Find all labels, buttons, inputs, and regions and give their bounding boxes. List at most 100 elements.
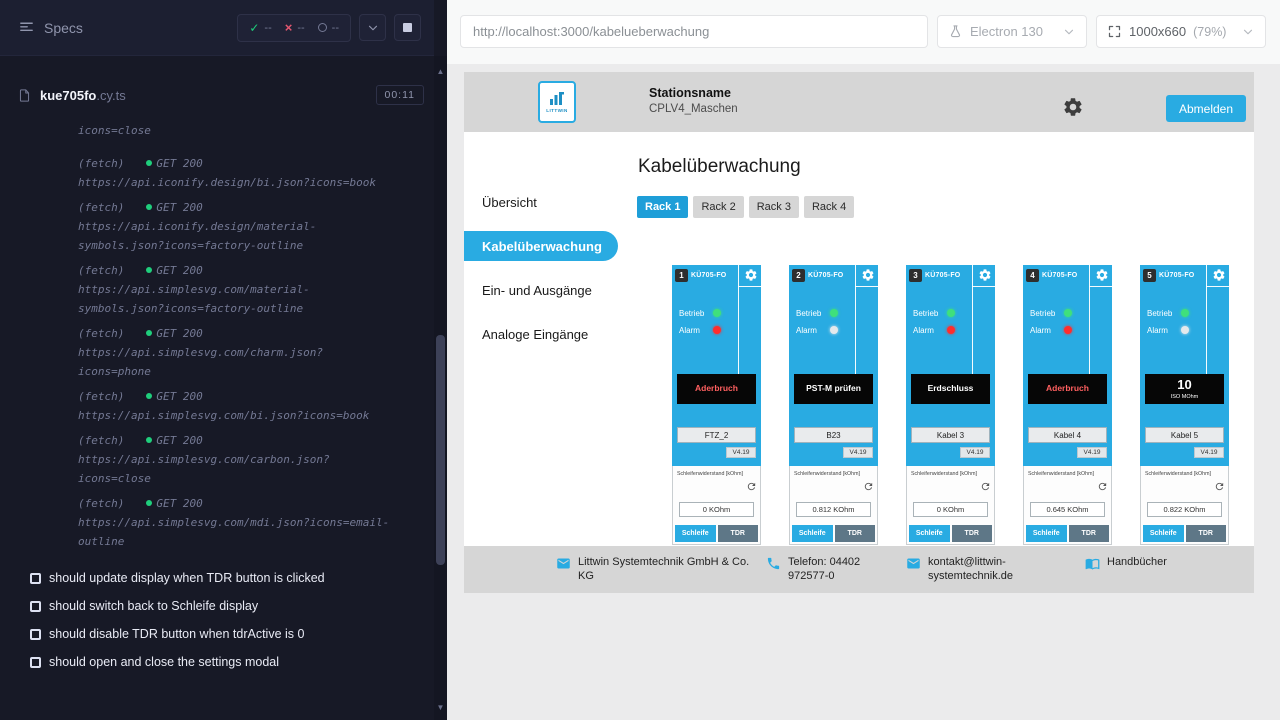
station-info: Stationsname CPLV4_Maschen bbox=[649, 86, 738, 115]
status-dot bbox=[146, 330, 152, 336]
tdr-button[interactable]: TDR bbox=[1186, 525, 1227, 542]
cable-name: Kabel 3 bbox=[911, 427, 990, 443]
alarm-led bbox=[1181, 326, 1189, 334]
device-card-4: 4 KÜ705-FO Betrieb Alarm Aderbruch Kabel… bbox=[1023, 265, 1112, 545]
status-display: Aderbruch bbox=[677, 374, 756, 404]
tdr-button[interactable]: TDR bbox=[718, 525, 759, 542]
refresh-icon[interactable] bbox=[1097, 481, 1108, 492]
footer-phone[interactable]: Telefon: 04402 972577-0 bbox=[766, 555, 900, 584]
card-model: KÜ705-FO bbox=[1042, 272, 1077, 279]
reporter-scrollbar[interactable]: ▲ ▼ bbox=[434, 56, 447, 720]
scrollbar-thumb[interactable] bbox=[436, 335, 445, 565]
chevron-down-icon bbox=[1241, 25, 1255, 39]
tab-rack-3[interactable]: Rack 3 bbox=[749, 196, 799, 218]
test-item[interactable]: should switch back to Schleife display bbox=[0, 592, 434, 620]
cable-name: FTZ_2 bbox=[677, 427, 756, 443]
tab-rack-2[interactable]: Rack 2 bbox=[693, 196, 743, 218]
refresh-icon[interactable] bbox=[1214, 481, 1225, 492]
card-divider bbox=[1206, 265, 1207, 374]
schleife-button[interactable]: Schleife bbox=[909, 525, 950, 542]
card-number: 3 bbox=[909, 269, 922, 282]
betrieb-label: Betrieb bbox=[796, 309, 821, 318]
network-log-entry: (fetch)GET 200 https://api.simplesvg.com… bbox=[78, 324, 393, 381]
schleife-button[interactable]: Schleife bbox=[1143, 525, 1184, 542]
stat-failed: ×-- bbox=[285, 20, 305, 35]
firmware-version: V4.19 bbox=[843, 447, 873, 458]
alarm-led bbox=[947, 326, 955, 334]
card-divider bbox=[972, 265, 973, 374]
resistance-value: 0.645 KOhm bbox=[1030, 502, 1105, 517]
page-title: Kabelüberwachung bbox=[638, 156, 801, 178]
alarm-label: Alarm bbox=[796, 326, 817, 335]
sidebar-item-uebersicht[interactable]: Übersicht bbox=[464, 180, 624, 224]
test-item[interactable]: should update display when TDR button is… bbox=[0, 564, 434, 592]
tab-rack-4[interactable]: Rack 4 bbox=[804, 196, 854, 218]
refresh-icon[interactable] bbox=[863, 481, 874, 492]
device-cards: 1 KÜ705-FO Betrieb Alarm Aderbruch FTZ_2… bbox=[672, 265, 1229, 545]
network-log-entry: (fetch)GET 200 https://api.simplesvg.com… bbox=[78, 494, 393, 551]
collapse-button[interactable] bbox=[359, 14, 386, 41]
schleife-button[interactable]: Schleife bbox=[1026, 525, 1067, 542]
url-bar[interactable] bbox=[460, 15, 928, 48]
status-display: Aderbruch bbox=[1028, 374, 1107, 404]
station-label: Stationsname bbox=[649, 86, 738, 100]
footer-manuals[interactable]: Handbücher bbox=[1085, 555, 1167, 571]
status-dot bbox=[146, 437, 152, 443]
log-line: icons=close bbox=[78, 121, 393, 140]
card-settings-icon[interactable] bbox=[978, 268, 992, 282]
tdr-button[interactable]: TDR bbox=[1069, 525, 1110, 542]
schleife-button[interactable]: Schleife bbox=[675, 525, 716, 542]
footer-email[interactable]: kontakt@littwin-systemtechnik.de bbox=[906, 555, 1023, 584]
scroll-up-arrow[interactable]: ▲ bbox=[434, 64, 447, 80]
schleife-button[interactable]: Schleife bbox=[792, 525, 833, 542]
test-item[interactable]: should open and close the settings modal bbox=[0, 648, 434, 676]
chevron-down-icon bbox=[366, 21, 380, 35]
stop-button[interactable] bbox=[394, 14, 421, 41]
betrieb-label: Betrieb bbox=[913, 309, 938, 318]
specs-menu[interactable]: Specs bbox=[18, 19, 83, 36]
resistance-value: 0 KOhm bbox=[913, 502, 988, 517]
test-item[interactable]: should disable TDR button when tdrActive… bbox=[0, 620, 434, 648]
card-settings-icon[interactable] bbox=[861, 268, 875, 282]
measurement-panel: Schleifenwiderstand [kOhm] 0.645 KOhm Sc… bbox=[1023, 466, 1112, 545]
sidebar-item-analoge-eingaenge[interactable]: Analoge Eingänge bbox=[464, 312, 624, 356]
card-settings-icon[interactable] bbox=[744, 268, 758, 282]
refresh-icon[interactable] bbox=[746, 481, 757, 492]
electron-flask-icon bbox=[948, 24, 963, 39]
cable-name: Kabel 5 bbox=[1145, 427, 1224, 443]
viewport-info[interactable]: 1000x660 (79%) bbox=[1096, 15, 1266, 48]
tdr-button[interactable]: TDR bbox=[835, 525, 876, 542]
aut-stage: LITTWIN Stationsname CPLV4_Maschen Abmel… bbox=[447, 64, 1280, 720]
scroll-down-arrow[interactable]: ▼ bbox=[434, 700, 447, 716]
viewport-size: 1000x660 bbox=[1129, 24, 1186, 39]
refresh-icon[interactable] bbox=[980, 481, 991, 492]
spec-name[interactable]: kue705fo.cy.ts bbox=[40, 88, 126, 103]
tab-rack-1[interactable]: Rack 1 bbox=[637, 196, 688, 218]
measurement-panel: Schleifenwiderstand [kOhm] 0.812 KOhm Sc… bbox=[789, 466, 878, 545]
card-number: 4 bbox=[1026, 269, 1039, 282]
card-settings-icon[interactable] bbox=[1095, 268, 1109, 282]
measurement-panel: Schleifenwiderstand [kOhm] 0 KOhm Schlei… bbox=[672, 466, 761, 545]
footer-company: Littwin Systemtechnik GmbH & Co. KG bbox=[556, 555, 750, 584]
logout-button[interactable]: Abmelden bbox=[1166, 95, 1246, 122]
sidebar-item-ein-und-ausgaenge[interactable]: Ein- und Ausgänge bbox=[464, 268, 624, 312]
cable-name: B23 bbox=[794, 427, 873, 443]
card-settings-icon[interactable] bbox=[1212, 268, 1226, 282]
settings-gear-icon[interactable] bbox=[1062, 96, 1084, 118]
command-log: icons=close (fetch)GET 200 https://api.i… bbox=[78, 121, 393, 557]
tdr-button[interactable]: TDR bbox=[952, 525, 993, 542]
chevron-down-icon bbox=[1062, 25, 1076, 39]
measurement-label: Schleifenwiderstand [kOhm] bbox=[1141, 466, 1228, 477]
card-divider bbox=[855, 265, 856, 374]
alarm-led bbox=[713, 326, 721, 334]
alarm-led bbox=[830, 326, 838, 334]
app-footer: Littwin Systemtechnik GmbH & Co. KG Tele… bbox=[464, 546, 1254, 593]
firmware-version: V4.19 bbox=[1077, 447, 1107, 458]
status-unit: ISO MOhm bbox=[1171, 394, 1199, 400]
littwin-logo: LITTWIN bbox=[538, 81, 576, 123]
specs-menu-icon bbox=[18, 19, 35, 36]
sidebar-item-kabelueberwachung[interactable]: Kabelüberwachung bbox=[464, 231, 618, 261]
browser-select[interactable]: Electron 130 bbox=[937, 15, 1087, 48]
aut-pane: Electron 130 1000x660 (79%) LITTWIN Stat… bbox=[447, 0, 1280, 720]
network-log-entry: (fetch)GET 200 https://api.simplesvg.com… bbox=[78, 261, 393, 318]
